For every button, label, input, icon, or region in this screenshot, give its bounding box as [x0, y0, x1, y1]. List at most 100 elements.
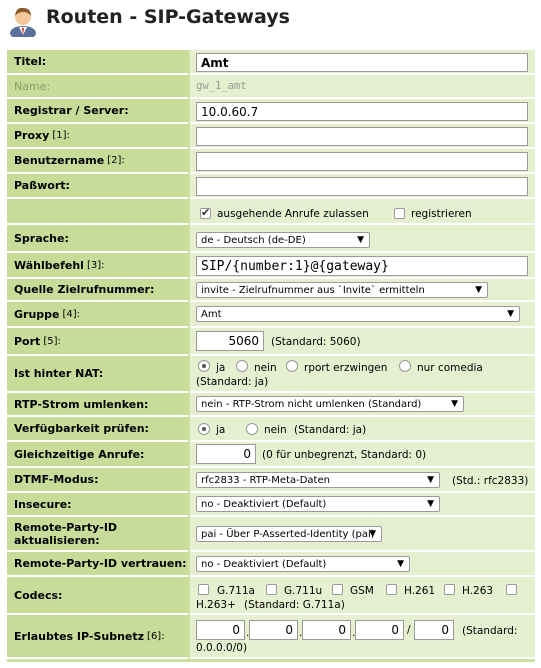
value-cell: Amt ▼: [190, 302, 535, 328]
label-name: Name:: [7, 75, 188, 99]
proxy-input[interactable]: [196, 127, 528, 146]
chevron-down-icon: ▼: [475, 285, 482, 295]
value-cell: de - Deutsch (de-DE) ▼: [190, 225, 535, 253]
benutzername-input[interactable]: [196, 152, 528, 171]
label-verfuegbarkeit: Verfügbarkeit prüfen:: [7, 417, 188, 442]
dtmf-select[interactable]: rfc2833 - RTP-Meta-Daten ▼: [196, 472, 440, 488]
codec-label-h263plus: H.263+: [196, 599, 236, 611]
quelle-selected: invite - Zielrufnummer aus `Invite` ermi…: [201, 284, 425, 296]
page-title: Routen - SIP-Gateways: [46, 6, 290, 28]
nat-radio-comedia[interactable]: [399, 360, 411, 372]
gleichzeitig-hint: (0 für unbegrenzt, Standard: 0): [262, 449, 427, 461]
codec-label-h261: H.261: [404, 585, 436, 597]
dtmf-hint: (Std.: rfc2833): [452, 475, 529, 487]
label-empty: [7, 199, 188, 225]
rpid-update-select[interactable]: pai - Über P-Asserted-Identity (pai) ▼: [196, 526, 382, 542]
port-footnote-link[interactable]: [5]:: [43, 336, 61, 347]
benutzername-label-text: Benutzername: [14, 154, 105, 167]
label-gruppe: Gruppe [4]:: [7, 302, 188, 328]
value-cell: [190, 124, 535, 149]
codec-checkbox-h261[interactable]: [386, 584, 397, 595]
codec-label-gsm: GSM: [350, 585, 374, 597]
outgoing-calls-label: ausgehende Anrufe zulassen: [217, 208, 369, 220]
sprache-select[interactable]: de - Deutsch (de-DE) ▼: [196, 232, 370, 248]
register-checkbox[interactable]: [394, 208, 405, 219]
port-hint: (Standard: 5060): [271, 336, 361, 348]
value-cell: invite - Zielrufnummer aus `Invite` ermi…: [190, 279, 535, 302]
subnetz-hint-line1: (Standard:: [462, 625, 518, 637]
insecure-select[interactable]: no - Deaktiviert (Default) ▼: [196, 496, 440, 512]
subnet-octet-1[interactable]: 0: [196, 620, 245, 640]
subnet-mask-input[interactable]: 0: [414, 620, 454, 640]
verfuegbarkeit-radio-nein[interactable]: [246, 423, 258, 435]
row-insecure: Insecure: no - Deaktiviert (Default) ▼: [7, 493, 535, 517]
value-cell: 0 . 0 . 0 . 0 / 0 (Standard: 0.0.0.0/0): [190, 615, 535, 659]
label-dtmf: DTMF-Modus:: [7, 468, 188, 493]
codec-label-h263: H.263: [462, 585, 494, 597]
value-cell: 10.0.60.7: [190, 99, 535, 124]
waehlbefehl-input[interactable]: SIP/{number:1}@{gateway}: [196, 256, 528, 276]
user-avatar-icon: [10, 7, 36, 37]
label-proxy: Proxy [1]:: [7, 124, 188, 149]
chevron-down-icon: ▼: [369, 529, 376, 539]
codec-checkbox-h263[interactable]: [444, 584, 455, 595]
label-nat: Ist hinter NAT:: [7, 356, 188, 393]
gruppe-select[interactable]: Amt ▼: [196, 306, 520, 322]
subnet-octet-2[interactable]: 0: [249, 620, 298, 640]
registrar-input[interactable]: 10.0.60.7: [196, 102, 528, 121]
row-nat: Ist hinter NAT: ja nein rport erzwingen …: [7, 356, 535, 393]
proxy-footnote-link[interactable]: [1]:: [52, 130, 70, 141]
sprache-selected: de - Deutsch (de-DE): [201, 234, 306, 246]
rpid-trust-select[interactable]: no - Deaktiviert (Default) ▼: [196, 556, 410, 572]
value-cell: no - Deaktiviert (Default) ▼: [190, 493, 535, 517]
subnet-octet-3[interactable]: 0: [302, 620, 351, 640]
nat-radio-nein[interactable]: [236, 360, 248, 372]
verfuegbarkeit-hint: (Standard: ja): [294, 424, 367, 436]
port-label-text: Port: [14, 334, 41, 348]
verfuegbarkeit-radio-ja[interactable]: [198, 423, 210, 435]
codec-checkbox-gsm[interactable]: [332, 584, 343, 595]
row-port: Port [5]: 5060 (Standard: 5060): [7, 328, 535, 356]
nat-radio-rport[interactable]: [286, 360, 298, 372]
subnetz-footnote-link[interactable]: [6]:: [147, 631, 165, 642]
label-registrar: Registrar / Server:: [7, 99, 188, 124]
row-benutzername: Benutzername [2]:: [7, 149, 535, 174]
label-subnetz: Erlaubtes IP-Subnetz [6]:: [7, 615, 188, 659]
rpid-trust-selected: no - Deaktiviert (Default): [201, 558, 327, 570]
benutzername-footnote-link[interactable]: [2]:: [107, 155, 125, 166]
chevron-down-icon: ▼: [427, 499, 434, 509]
gruppe-label-text: Gruppe: [14, 307, 60, 321]
codec-checkbox-h263plus[interactable]: [506, 584, 517, 595]
value-cell: 0 (0 für unbegrenzt, Standard: 0): [190, 442, 535, 468]
gruppe-footnote-link[interactable]: [4]:: [63, 309, 81, 320]
value-cell: ja nein (Standard: ja): [190, 417, 535, 442]
waehlbefehl-footnote-link[interactable]: [3]:: [87, 260, 105, 271]
quelle-select[interactable]: invite - Zielrufnummer aus `Invite` ermi…: [196, 282, 488, 298]
row-proxy: Proxy [1]:: [7, 124, 535, 149]
outgoing-calls-checkbox[interactable]: [200, 206, 211, 219]
name-value: gw_1_amt: [196, 80, 247, 92]
titel-input[interactable]: Amt: [196, 53, 528, 72]
verfuegbarkeit-option-nein: nein: [264, 424, 287, 436]
nat-radio-ja[interactable]: [198, 360, 210, 372]
label-sprache: Sprache:: [7, 225, 188, 253]
rtp-select[interactable]: nein - RTP-Strom nicht umlenken (Standar…: [196, 396, 464, 412]
value-cell: [190, 174, 535, 199]
passwort-input[interactable]: [196, 177, 528, 196]
row-rpid-trust: Remote-Party-ID vertrauen: no - Deaktivi…: [7, 552, 535, 577]
codec-label-g711a: G.711a: [217, 585, 255, 597]
subnet-octet-4[interactable]: 0: [355, 620, 404, 640]
value-cell: ausgehende Anrufe zulassen registrieren: [190, 199, 535, 225]
gleichzeitig-input[interactable]: 0: [196, 444, 256, 464]
verfuegbarkeit-option-ja: ja: [216, 424, 226, 436]
row-titel: Titel: Amt: [7, 50, 535, 75]
label-rpid-update: Remote-Party-ID aktualisieren:: [7, 517, 188, 552]
value-cell: rfc2833 - RTP-Meta-Daten ▼ (Std.: rfc2833…: [190, 468, 535, 493]
label-gleichzeitig: Gleichzeitige Anrufe:: [7, 442, 188, 468]
label-insecure: Insecure:: [7, 493, 188, 517]
row-codecs: Codecs: G.711a G.711u GSM H.261 H.263 H.…: [7, 577, 535, 615]
chevron-down-icon: ▼: [451, 399, 458, 409]
codec-checkbox-g711u[interactable]: [266, 584, 277, 595]
port-input[interactable]: 5060: [196, 331, 264, 351]
codec-checkbox-g711a[interactable]: [198, 584, 209, 595]
